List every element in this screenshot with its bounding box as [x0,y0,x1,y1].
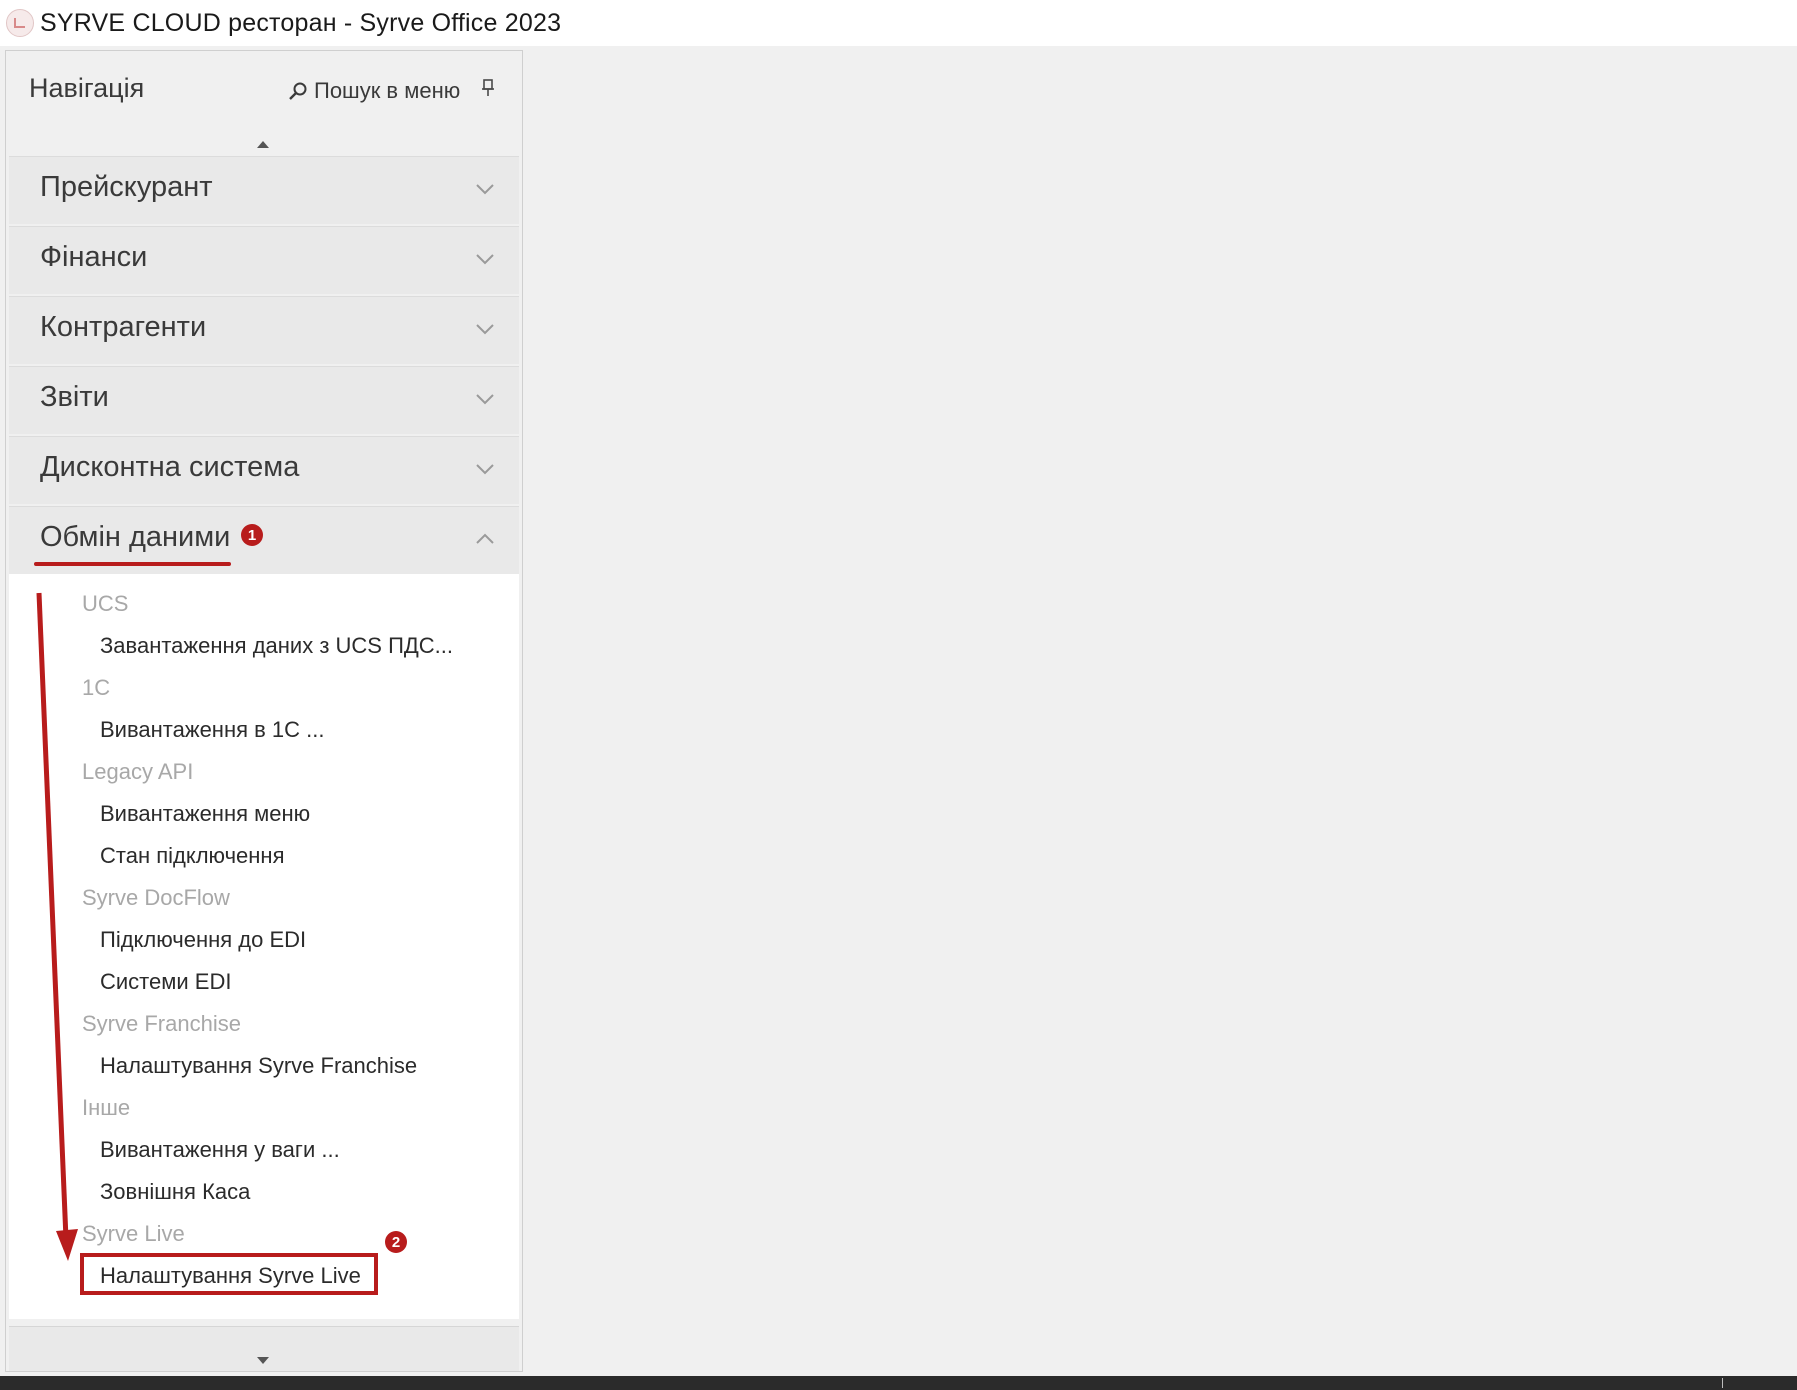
menu-item-connection-status[interactable]: Стан підключення [100,843,285,869]
search-label: Пошук в меню [314,78,461,103]
nav-group-price-list[interactable]: Прейскурант [9,156,519,224]
annotation-badge-1: 1 [241,524,263,546]
annotation-badge-2: 2 [385,1231,407,1253]
nav-group-reports[interactable]: Звіти [9,366,519,434]
group-label: Звіти [40,381,109,413]
window-title: SYRVE CLOUD ресторан - Syrve Office 2023 [40,8,562,37]
group-label: Обмін даними [40,521,231,553]
menu-item-edi-connection[interactable]: Підключення до EDI [100,927,306,953]
scroll-down-icon[interactable] [256,1356,270,1366]
group-label: Фінанси [40,241,148,273]
menu-item-edi-systems[interactable]: Системи EDI [100,969,231,995]
menu-item-ucs-import[interactable]: Завантаження даних з UCS ПДС... [100,633,453,659]
group-label: Прейскурант [40,171,213,203]
taskbar-divider [1722,1378,1723,1388]
nav-header: Навігація Пошук в меню [6,51,522,159]
annotation-underline [34,562,231,566]
scroll-up-icon[interactable] [256,139,270,149]
chevron-up-icon [476,533,494,544]
chevron-down-icon [476,184,494,195]
menu-item-franchise-settings[interactable]: Налаштування Syrve Franchise [100,1053,417,1079]
search-icon [289,82,307,100]
chevron-down-icon [476,464,494,475]
navigation-panel: Навігація Пошук в меню Прейскурант Фінан… [5,50,523,1372]
group-label: Контрагенти [40,311,207,343]
chevron-down-icon [476,254,494,265]
section-syrve-franchise: Syrve Franchise [82,1011,241,1036]
title-bar: SYRVE CLOUD ресторан - Syrve Office 2023 [0,0,1797,46]
nav-group-data-exchange[interactable]: Обмін даними 1 [9,506,519,574]
section-ucs: UCS [82,591,129,616]
pin-icon[interactable] [481,79,495,97]
menu-item-external-cash[interactable]: Зовнішня Каса [100,1179,250,1205]
annotation-highlight-box [80,1253,378,1295]
section-1c: 1С [82,675,111,700]
taskbar [0,1376,1797,1390]
nav-title: Навігація [29,73,145,103]
nav-group-discount-system[interactable]: Дисконтна система [9,436,519,504]
chevron-down-icon [476,394,494,405]
app-logo-icon [6,9,34,37]
menu-search-button[interactable]: Пошук в меню [288,78,460,104]
nav-group-counterparties[interactable]: Контрагенти [9,296,519,364]
menu-item-1c-export[interactable]: Вивантаження в 1С ... [100,717,325,743]
nav-group-finance[interactable]: Фінанси [9,226,519,294]
section-syrve-docflow: Syrve DocFlow [82,885,230,910]
section-legacy-api: Legacy API [82,759,194,784]
menu-item-menu-export[interactable]: Вивантаження меню [100,801,310,827]
section-other: Інше [82,1095,131,1120]
group-label: Дисконтна система [40,451,300,483]
section-syrve-live: Syrve Live [82,1221,185,1246]
chevron-down-icon [476,324,494,335]
menu-item-scales-export[interactable]: Вивантаження у ваги ... [100,1137,340,1163]
